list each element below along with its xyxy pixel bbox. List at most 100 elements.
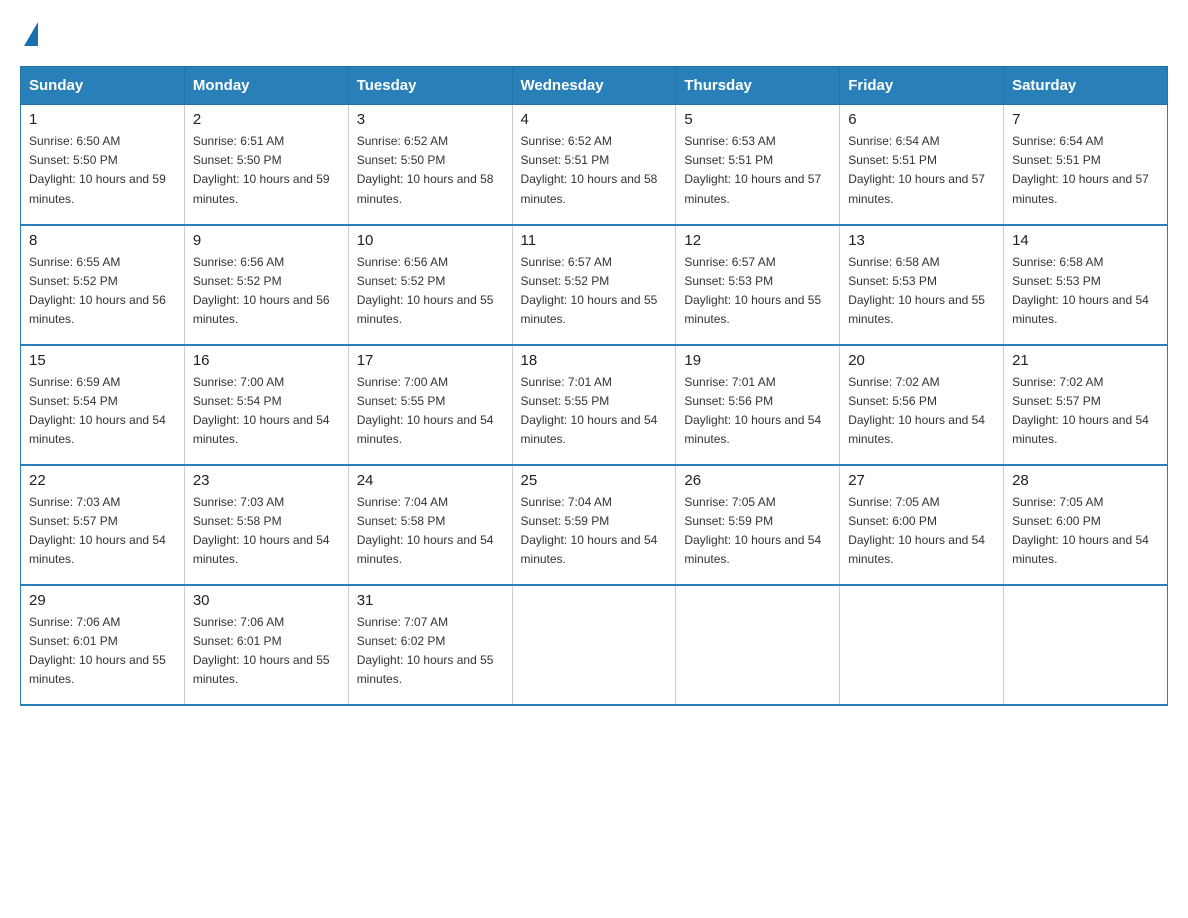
calendar-cell: 16 Sunrise: 7:00 AMSunset: 5:54 PMDayligh… — [184, 345, 348, 465]
calendar-cell: 25 Sunrise: 7:04 AMSunset: 5:59 PMDayligh… — [512, 465, 676, 585]
day-number: 16 — [193, 352, 340, 369]
day-info: Sunrise: 7:02 AMSunset: 5:56 PMDaylight:… — [848, 373, 995, 450]
calendar-cell: 17 Sunrise: 7:00 AMSunset: 5:55 PMDayligh… — [348, 345, 512, 465]
day-number: 4 — [521, 111, 668, 128]
day-number: 22 — [29, 472, 176, 489]
calendar-cell: 22Sunrise: 7:03 AMSunset: 5:57 PMDayligh… — [21, 465, 185, 585]
calendar-cell: 21 Sunrise: 7:02 AMSunset: 5:57 PMDayligh… — [1004, 345, 1168, 465]
day-number: 23 — [193, 472, 340, 489]
day-number: 12 — [684, 232, 831, 249]
calendar-cell: 12 Sunrise: 6:57 AMSunset: 5:53 PMDayligh… — [676, 225, 840, 345]
day-info: Sunrise: 7:01 AMSunset: 5:55 PMDaylight:… — [521, 373, 668, 450]
day-info: Sunrise: 7:05 AMSunset: 6:00 PMDaylight:… — [1012, 493, 1159, 570]
day-info: Sunrise: 7:02 AMSunset: 5:57 PMDaylight:… — [1012, 373, 1159, 450]
calendar-cell: 9 Sunrise: 6:56 AMSunset: 5:52 PMDaylight… — [184, 225, 348, 345]
day-number: 25 — [521, 472, 668, 489]
calendar-cell: 11 Sunrise: 6:57 AMSunset: 5:52 PMDayligh… — [512, 225, 676, 345]
calendar-cell: 8 Sunrise: 6:55 AMSunset: 5:52 PMDaylight… — [21, 225, 185, 345]
day-info: Sunrise: 6:56 AMSunset: 5:52 PMDaylight:… — [193, 253, 340, 330]
day-number: 13 — [848, 232, 995, 249]
day-number: 5 — [684, 111, 831, 128]
header-monday: Monday — [184, 67, 348, 105]
header-tuesday: Tuesday — [348, 67, 512, 105]
day-info: Sunrise: 7:04 AMSunset: 5:58 PMDaylight:… — [357, 493, 504, 570]
calendar-cell — [676, 585, 840, 705]
calendar-cell: 15 Sunrise: 6:59 AMSunset: 5:54 PMDayligh… — [21, 345, 185, 465]
calendar-cell: 31Sunrise: 7:07 AMSunset: 6:02 PMDayligh… — [348, 585, 512, 705]
calendar-cell: 4 Sunrise: 6:52 AMSunset: 5:51 PMDaylight… — [512, 105, 676, 225]
day-info: Sunrise: 7:07 AMSunset: 6:02 PMDaylight:… — [357, 613, 504, 690]
day-info: Sunrise: 6:51 AMSunset: 5:50 PMDaylight:… — [193, 132, 340, 209]
calendar-cell: 23 Sunrise: 7:03 AMSunset: 5:58 PMDayligh… — [184, 465, 348, 585]
day-number: 19 — [684, 352, 831, 369]
day-number: 1 — [29, 111, 176, 128]
calendar-cell: 19 Sunrise: 7:01 AMSunset: 5:56 PMDayligh… — [676, 345, 840, 465]
day-number: 3 — [357, 111, 504, 128]
day-info: Sunrise: 6:50 AMSunset: 5:50 PMDaylight:… — [29, 132, 176, 209]
day-number: 15 — [29, 352, 176, 369]
calendar-cell — [840, 585, 1004, 705]
day-info: Sunrise: 7:06 AMSunset: 6:01 PMDaylight:… — [29, 613, 176, 690]
day-info: Sunrise: 6:53 AMSunset: 5:51 PMDaylight:… — [684, 132, 831, 209]
day-number: 11 — [521, 232, 668, 249]
day-info: Sunrise: 6:55 AMSunset: 5:52 PMDaylight:… — [29, 253, 176, 330]
day-info: Sunrise: 7:05 AMSunset: 6:00 PMDaylight:… — [848, 493, 995, 570]
day-number: 10 — [357, 232, 504, 249]
day-info: Sunrise: 7:05 AMSunset: 5:59 PMDaylight:… — [684, 493, 831, 570]
page-header — [20, 20, 1168, 46]
day-number: 26 — [684, 472, 831, 489]
logo — [20, 20, 38, 46]
calendar-week-row: 29Sunrise: 7:06 AMSunset: 6:01 PMDayligh… — [21, 585, 1168, 705]
calendar-week-row: 22Sunrise: 7:03 AMSunset: 5:57 PMDayligh… — [21, 465, 1168, 585]
calendar-cell: 27 Sunrise: 7:05 AMSunset: 6:00 PMDayligh… — [840, 465, 1004, 585]
calendar-cell: 14 Sunrise: 6:58 AMSunset: 5:53 PMDayligh… — [1004, 225, 1168, 345]
day-info: Sunrise: 6:54 AMSunset: 5:51 PMDaylight:… — [1012, 132, 1159, 209]
day-info: Sunrise: 7:04 AMSunset: 5:59 PMDaylight:… — [521, 493, 668, 570]
day-info: Sunrise: 6:52 AMSunset: 5:51 PMDaylight:… — [521, 132, 668, 209]
day-number: 14 — [1012, 232, 1159, 249]
header-wednesday: Wednesday — [512, 67, 676, 105]
day-info: Sunrise: 7:06 AMSunset: 6:01 PMDaylight:… — [193, 613, 340, 690]
calendar-cell: 13 Sunrise: 6:58 AMSunset: 5:53 PMDayligh… — [840, 225, 1004, 345]
day-info: Sunrise: 7:01 AMSunset: 5:56 PMDaylight:… — [684, 373, 831, 450]
day-info: Sunrise: 6:57 AMSunset: 5:52 PMDaylight:… — [521, 253, 668, 330]
day-info: Sunrise: 6:58 AMSunset: 5:53 PMDaylight:… — [1012, 253, 1159, 330]
header-saturday: Saturday — [1004, 67, 1168, 105]
day-info: Sunrise: 7:03 AMSunset: 5:58 PMDaylight:… — [193, 493, 340, 570]
calendar-cell: 24 Sunrise: 7:04 AMSunset: 5:58 PMDayligh… — [348, 465, 512, 585]
calendar-cell: 1 Sunrise: 6:50 AMSunset: 5:50 PMDaylight… — [21, 105, 185, 225]
day-number: 9 — [193, 232, 340, 249]
calendar-cell — [1004, 585, 1168, 705]
day-info: Sunrise: 6:54 AMSunset: 5:51 PMDaylight:… — [848, 132, 995, 209]
day-info: Sunrise: 7:00 AMSunset: 5:54 PMDaylight:… — [193, 373, 340, 450]
calendar-cell: 10 Sunrise: 6:56 AMSunset: 5:52 PMDayligh… — [348, 225, 512, 345]
day-info: Sunrise: 7:00 AMSunset: 5:55 PMDaylight:… — [357, 373, 504, 450]
calendar-cell — [512, 585, 676, 705]
day-number: 8 — [29, 232, 176, 249]
day-info: Sunrise: 6:57 AMSunset: 5:53 PMDaylight:… — [684, 253, 831, 330]
day-info: Sunrise: 6:56 AMSunset: 5:52 PMDaylight:… — [357, 253, 504, 330]
calendar-week-row: 8 Sunrise: 6:55 AMSunset: 5:52 PMDaylight… — [21, 225, 1168, 345]
header-thursday: Thursday — [676, 67, 840, 105]
day-number: 18 — [521, 352, 668, 369]
calendar-header-row: SundayMondayTuesdayWednesdayThursdayFrid… — [21, 67, 1168, 105]
calendar-cell: 5 Sunrise: 6:53 AMSunset: 5:51 PMDaylight… — [676, 105, 840, 225]
logo-text — [20, 20, 38, 46]
day-info: Sunrise: 6:58 AMSunset: 5:53 PMDaylight:… — [848, 253, 995, 330]
calendar-cell: 20 Sunrise: 7:02 AMSunset: 5:56 PMDayligh… — [840, 345, 1004, 465]
day-number: 7 — [1012, 111, 1159, 128]
logo-triangle-icon — [24, 22, 38, 46]
day-info: Sunrise: 6:59 AMSunset: 5:54 PMDaylight:… — [29, 373, 176, 450]
calendar-cell: 2 Sunrise: 6:51 AMSunset: 5:50 PMDaylight… — [184, 105, 348, 225]
header-friday: Friday — [840, 67, 1004, 105]
day-number: 21 — [1012, 352, 1159, 369]
calendar-cell: 26 Sunrise: 7:05 AMSunset: 5:59 PMDayligh… — [676, 465, 840, 585]
header-sunday: Sunday — [21, 67, 185, 105]
day-number: 24 — [357, 472, 504, 489]
day-number: 20 — [848, 352, 995, 369]
calendar-week-row: 1 Sunrise: 6:50 AMSunset: 5:50 PMDaylight… — [21, 105, 1168, 225]
day-number: 17 — [357, 352, 504, 369]
day-number: 27 — [848, 472, 995, 489]
day-number: 2 — [193, 111, 340, 128]
day-info: Sunrise: 6:52 AMSunset: 5:50 PMDaylight:… — [357, 132, 504, 209]
